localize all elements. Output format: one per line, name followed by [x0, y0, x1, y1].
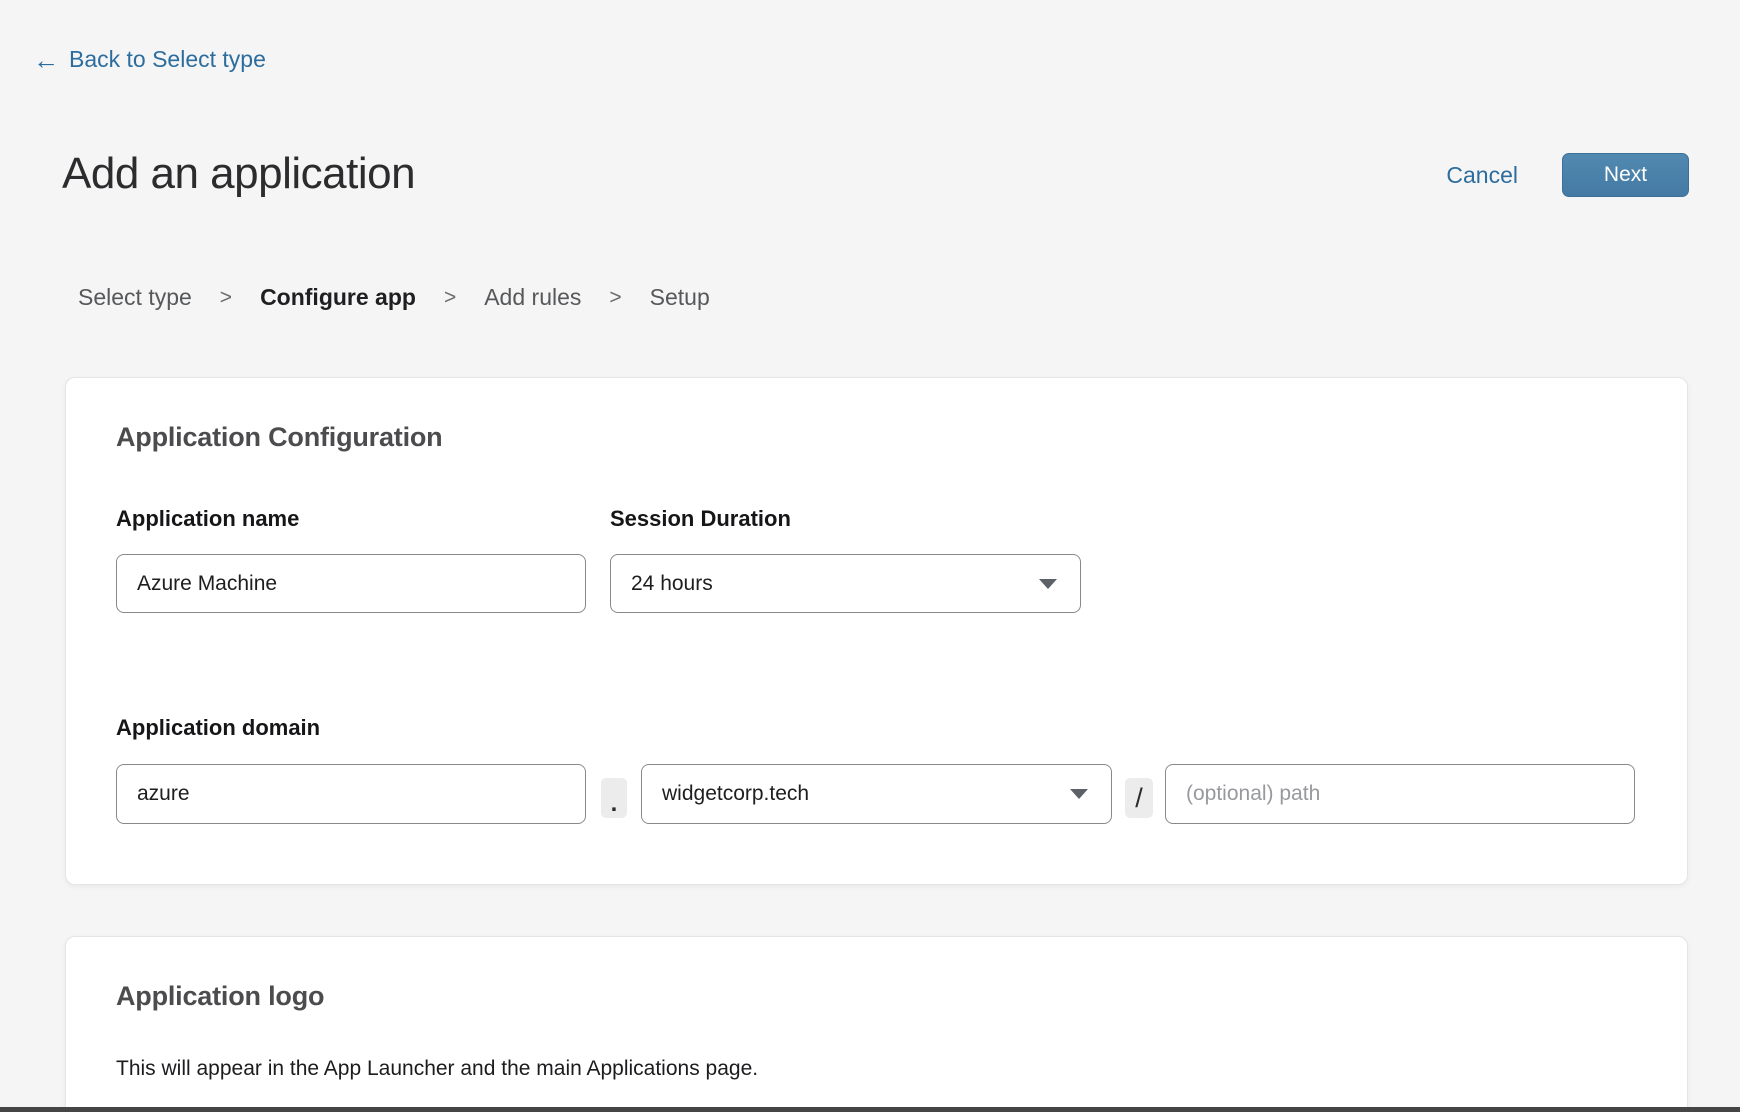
back-link[interactable]: ← Back to Select type: [33, 46, 266, 73]
chevron-down-icon: [1039, 579, 1057, 589]
next-button[interactable]: Next: [1562, 153, 1689, 197]
page-title: Add an application: [62, 150, 415, 198]
application-domain-label: Application domain: [116, 715, 320, 741]
bottom-edge-line: [0, 1107, 1740, 1112]
application-configuration-card: Application Configuration Application na…: [65, 377, 1688, 885]
application-name-label: Application name: [116, 506, 299, 532]
cancel-button[interactable]: Cancel: [1446, 162, 1518, 189]
domain-dot-separator: .: [601, 778, 627, 818]
breadcrumb-step-configure-app: Configure app: [260, 284, 416, 311]
breadcrumb-step-add-rules[interactable]: Add rules: [484, 284, 581, 311]
breadcrumb-separator-icon: >: [220, 286, 232, 310]
back-link-label: Back to Select type: [69, 46, 266, 73]
path-input[interactable]: [1165, 764, 1635, 824]
domain-slash-separator: /: [1125, 778, 1153, 818]
breadcrumb-separator-icon: >: [609, 286, 621, 310]
session-duration-label: Session Duration: [610, 506, 791, 532]
session-duration-select[interactable]: 24 hours: [610, 554, 1081, 613]
breadcrumb-separator-icon: >: [444, 286, 456, 310]
header-actions: Cancel Next: [1446, 153, 1689, 197]
application-logo-title: Application logo: [116, 981, 324, 1012]
domain-select[interactable]: widgetcorp.tech: [641, 764, 1112, 824]
application-name-input[interactable]: [116, 554, 586, 613]
add-application-page: ← Back to Select type Add an application…: [0, 0, 1740, 1112]
back-arrow-icon: ←: [33, 47, 59, 73]
breadcrumb: Select type > Configure app > Add rules …: [78, 284, 710, 311]
breadcrumb-step-select-type[interactable]: Select type: [78, 284, 192, 311]
subdomain-input[interactable]: [116, 764, 586, 824]
domain-select-value: widgetcorp.tech: [662, 782, 809, 806]
session-duration-value: 24 hours: [631, 572, 713, 596]
chevron-down-icon: [1070, 789, 1088, 799]
application-logo-description: This will appear in the App Launcher and…: [116, 1057, 758, 1081]
application-logo-card: Application logo This will appear in the…: [65, 936, 1688, 1112]
breadcrumb-step-setup[interactable]: Setup: [650, 284, 710, 311]
application-configuration-title: Application Configuration: [116, 422, 442, 453]
